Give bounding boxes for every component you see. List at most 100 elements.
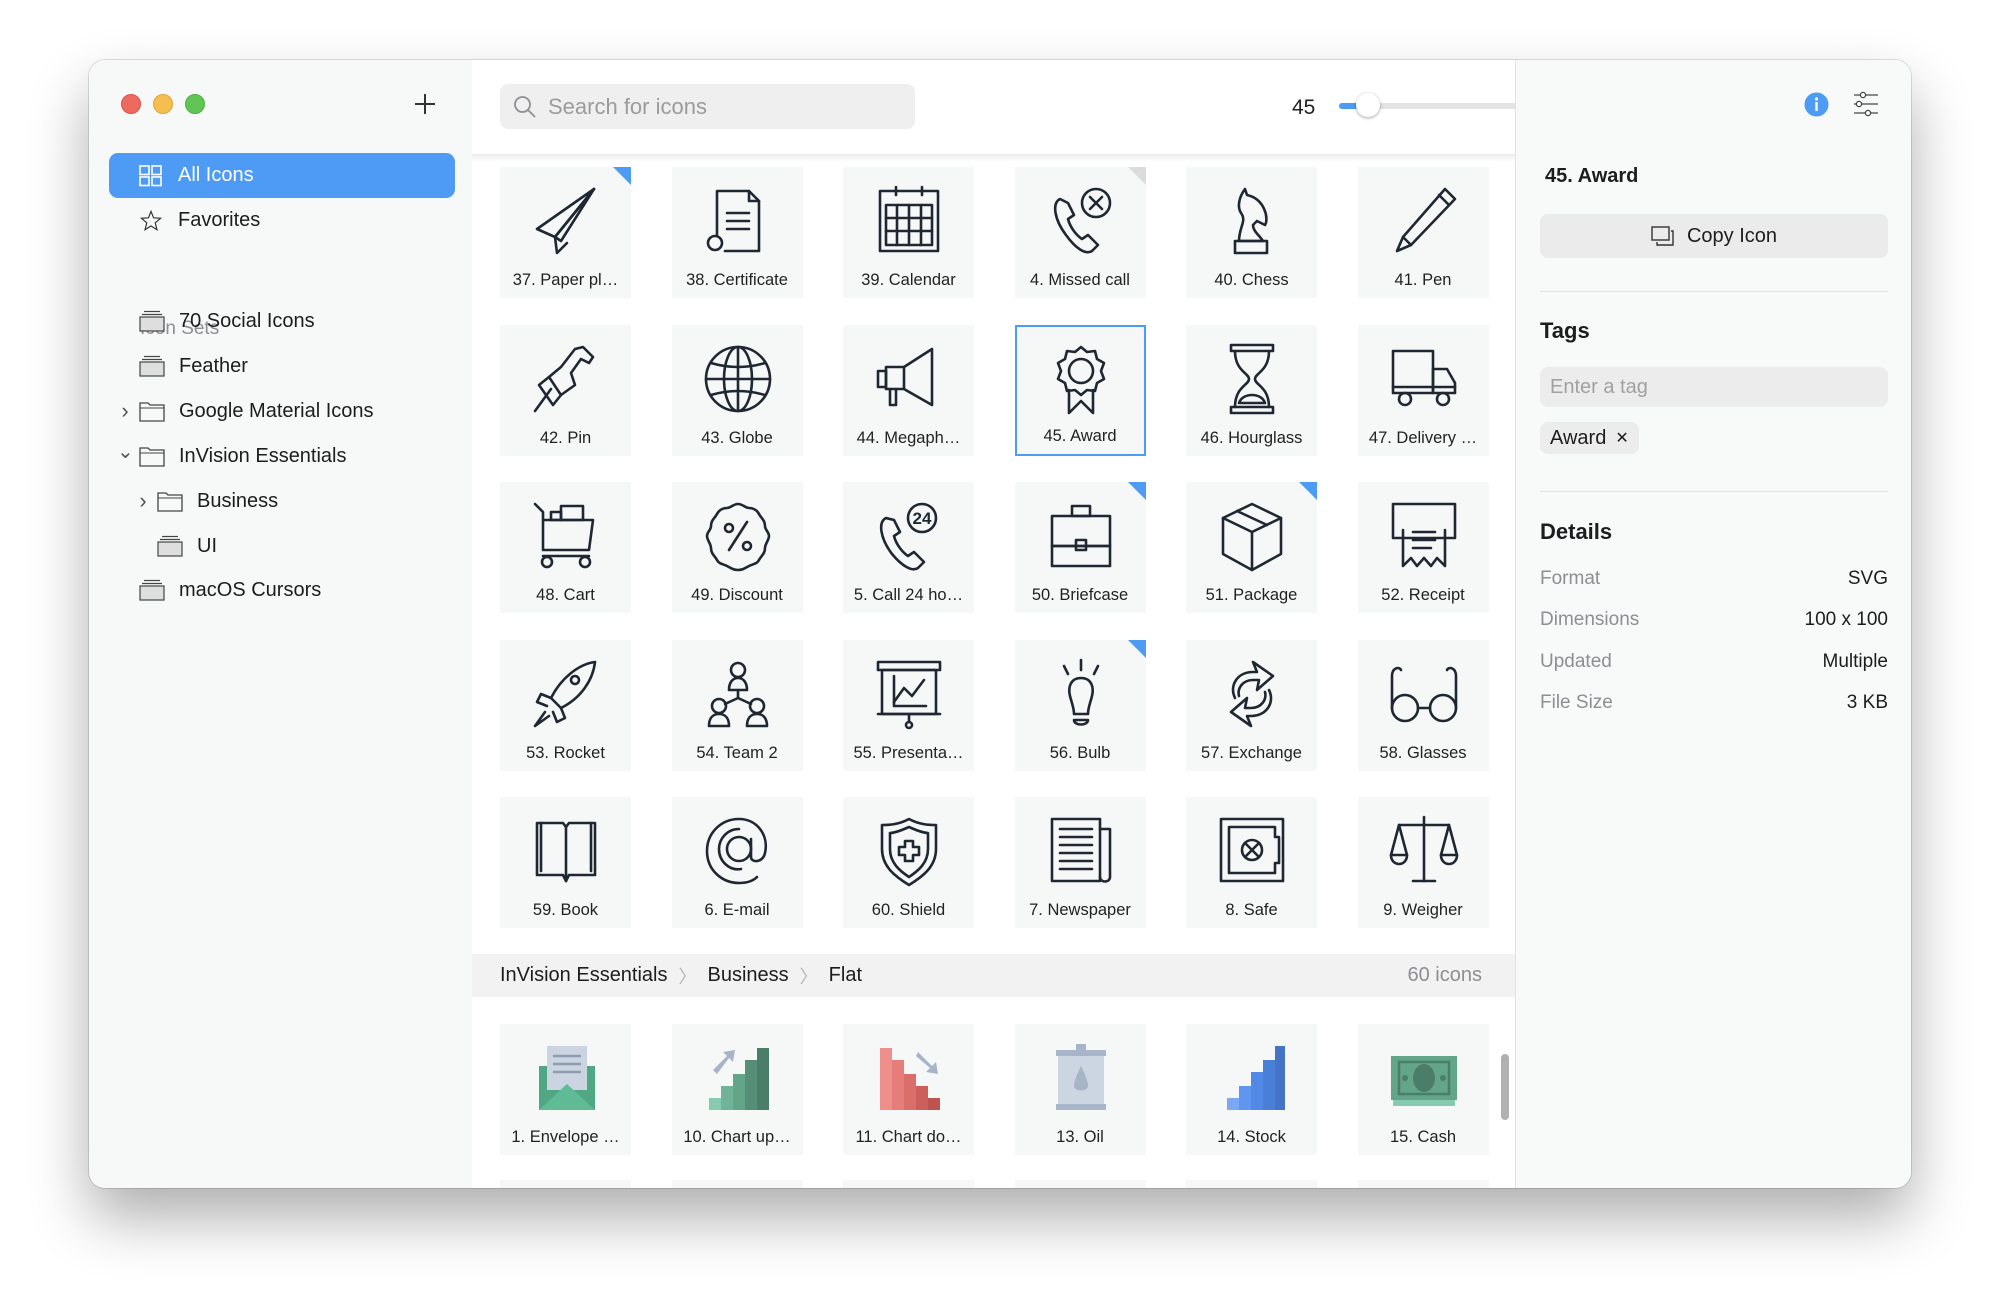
sidebar-item-70-social-icons[interactable]: 70 Social Icons — [117, 301, 315, 341]
icon-tile[interactable]: 6. E-mail — [671, 797, 803, 928]
icon-tile[interactable]: 15. Cash — [1357, 1024, 1489, 1155]
slider-thumb[interactable] — [1355, 93, 1380, 117]
sidebar-item-macos-cursors[interactable]: macOS Cursors — [117, 570, 321, 610]
close-window-button[interactable] — [121, 94, 141, 114]
icon-tile-label: 57. Exchange — [1201, 743, 1302, 762]
folder-icon — [157, 492, 183, 512]
breadcrumb-separator-icon: 〉 — [678, 966, 697, 987]
search-input[interactable] — [546, 92, 890, 121]
favorite-corner-marker — [1127, 639, 1146, 658]
breadcrumb-item[interactable]: InVision Essentials — [500, 964, 668, 987]
icon-tile[interactable]: 49. Discount — [671, 482, 803, 613]
icon-tile[interactable]: 51. Package — [1186, 482, 1317, 613]
icon-tile[interactable] — [843, 1180, 974, 1188]
icon-tile[interactable]: 48. Cart — [500, 482, 631, 613]
icon-tile[interactable]: 54. Team 2 — [671, 639, 803, 771]
sidebar-item-invision-essentials[interactable]: ⌄ InVision Essentials — [117, 436, 347, 476]
inspector-panel: 45. Award Copy Icon Tags Award ✕ Details… — [1515, 60, 1911, 1188]
icon-tile-label: 14. Stock — [1217, 1128, 1286, 1146]
icon-tile[interactable] — [1186, 1180, 1317, 1188]
icon-tile[interactable]: 9. Weigher — [1357, 797, 1489, 928]
detail-row-format: Format SVG — [1540, 568, 1888, 589]
copy-icon-button[interactable]: Copy Icon — [1540, 214, 1888, 258]
sidebar-item-business[interactable]: › Business — [135, 481, 278, 521]
minimize-window-button[interactable] — [153, 94, 173, 114]
icon-tile[interactable] — [1357, 1180, 1489, 1188]
icon-tile-label: 39. Calendar — [861, 271, 956, 289]
sidebar-item-all-icons[interactable]: All Icons — [109, 153, 455, 198]
sidebar-item-label: InVision Essentials — [179, 444, 347, 467]
sidebar-item-label: UI — [197, 534, 217, 557]
icon-tile[interactable]: 59. Book — [500, 797, 631, 928]
icon-tile[interactable]: 1. Envelope … — [500, 1024, 631, 1155]
search-field[interactable] — [500, 84, 915, 129]
chart-down-flat-icon — [880, 1048, 940, 1110]
sidebar-item-google-material-icons[interactable]: › Google Material Icons — [117, 391, 374, 431]
icon-tile[interactable]: 42. Pin — [500, 324, 631, 456]
chevron-right-icon[interactable]: › — [135, 490, 151, 512]
icon-tile[interactable]: 45. Award — [1014, 324, 1146, 456]
icon-tile[interactable]: 4. Missed call — [1014, 167, 1146, 298]
icon-set-icon — [139, 310, 165, 332]
package-icon — [1221, 502, 1283, 572]
icon-tile[interactable]: 47. Delivery … — [1357, 324, 1489, 456]
icon-tile[interactable] — [1014, 1180, 1146, 1188]
tag-label: Award — [1550, 426, 1607, 449]
breadcrumb-item[interactable]: Flat — [829, 964, 862, 987]
icon-tile[interactable]: 58. Glasses — [1357, 639, 1489, 771]
icon-tile[interactable]: 52. Receipt — [1357, 482, 1489, 613]
icon-tile[interactable]: 11. Chart do… — [843, 1024, 974, 1155]
icon-tile-label: 56. Bulb — [1049, 743, 1111, 762]
sidebar-item-label: Business — [197, 489, 279, 512]
icon-tile[interactable]: 24 5. Call 24 ho… — [843, 482, 974, 613]
icon-tile-label: 60. Shield — [871, 901, 946, 919]
icon-tile[interactable]: 41. Pen — [1357, 167, 1489, 298]
icon-size-value: 45 — [1292, 96, 1316, 119]
call-24-hours-icon: 24 — [879, 502, 938, 571]
icon-tile[interactable]: 10. Chart up… — [671, 1024, 803, 1155]
scrollbar-thumb[interactable] — [1501, 1054, 1509, 1120]
icon-tile[interactable]: 39. Calendar — [843, 167, 974, 298]
icon-tile[interactable]: 44. Megaph… — [843, 324, 974, 456]
remove-tag-icon[interactable]: ✕ — [1615, 428, 1628, 448]
icon-tile[interactable]: 8. Safe — [1186, 797, 1317, 928]
icon-tile[interactable]: 56. Bulb — [1014, 639, 1146, 771]
sidebar-item-favorites[interactable]: Favorites — [109, 198, 455, 243]
icon-tile[interactable]: 53. Rocket — [500, 639, 631, 771]
icon-tile[interactable]: 13. Oil — [1014, 1024, 1146, 1155]
icon-tile[interactable]: 37. Paper pl… — [500, 167, 631, 298]
breadcrumb-item[interactable]: Business — [708, 964, 789, 987]
adjustments-icon[interactable] — [1853, 91, 1879, 117]
stock-flat-icon — [1227, 1046, 1285, 1110]
calendar-icon — [878, 185, 940, 253]
chevron-right-icon[interactable]: › — [117, 400, 133, 422]
newspaper-icon — [1050, 817, 1111, 883]
icon-tile[interactable]: 60. Shield — [843, 797, 974, 928]
add-icon-set-button[interactable] — [414, 93, 436, 115]
breadcrumb-separator-icon: 〉 — [799, 966, 818, 987]
icon-tile[interactable]: 14. Stock — [1186, 1024, 1317, 1155]
svg-text:24: 24 — [913, 509, 932, 528]
icon-tile[interactable]: 57. Exchange — [1186, 639, 1317, 771]
icon-tile[interactable]: 50. Briefcase — [1014, 482, 1146, 613]
icon-tile[interactable]: 40. Chess — [1186, 167, 1317, 298]
icon-tile[interactable]: 7. Newspaper — [1014, 797, 1146, 928]
icon-tile[interactable]: 46. Hourglass — [1186, 324, 1317, 456]
sidebar-item-feather[interactable]: Feather — [117, 346, 248, 386]
zoom-window-button[interactable] — [185, 94, 205, 114]
chevron-down-icon[interactable]: ⌄ — [117, 442, 134, 464]
info-icon[interactable] — [1804, 92, 1829, 117]
icon-tile[interactable]: 43. Globe — [671, 324, 803, 456]
icon-tile[interactable]: 38. Certificate — [671, 167, 803, 298]
sidebar-item-ui[interactable]: UI — [135, 526, 217, 566]
icon-tile-label: 9. Weigher — [1383, 901, 1463, 919]
icon-tile[interactable] — [671, 1180, 803, 1188]
icon-browser: 45 37. Paper pl… 38. Certificate 39. Calen… — [472, 60, 1579, 1188]
tag-input[interactable] — [1540, 367, 1888, 407]
icon-tile[interactable]: 55. Presenta… — [843, 639, 974, 771]
app-window: All Icons Favorites Icon Sets 70 Social … — [89, 60, 1911, 1188]
icon-tile[interactable] — [500, 1180, 631, 1188]
selected-icon-title: 45. Award — [1545, 165, 1639, 187]
sidebar: All Icons Favorites Icon Sets 70 Social … — [89, 60, 472, 1188]
icon-tile-label: 37. Paper pl… — [512, 271, 619, 289]
